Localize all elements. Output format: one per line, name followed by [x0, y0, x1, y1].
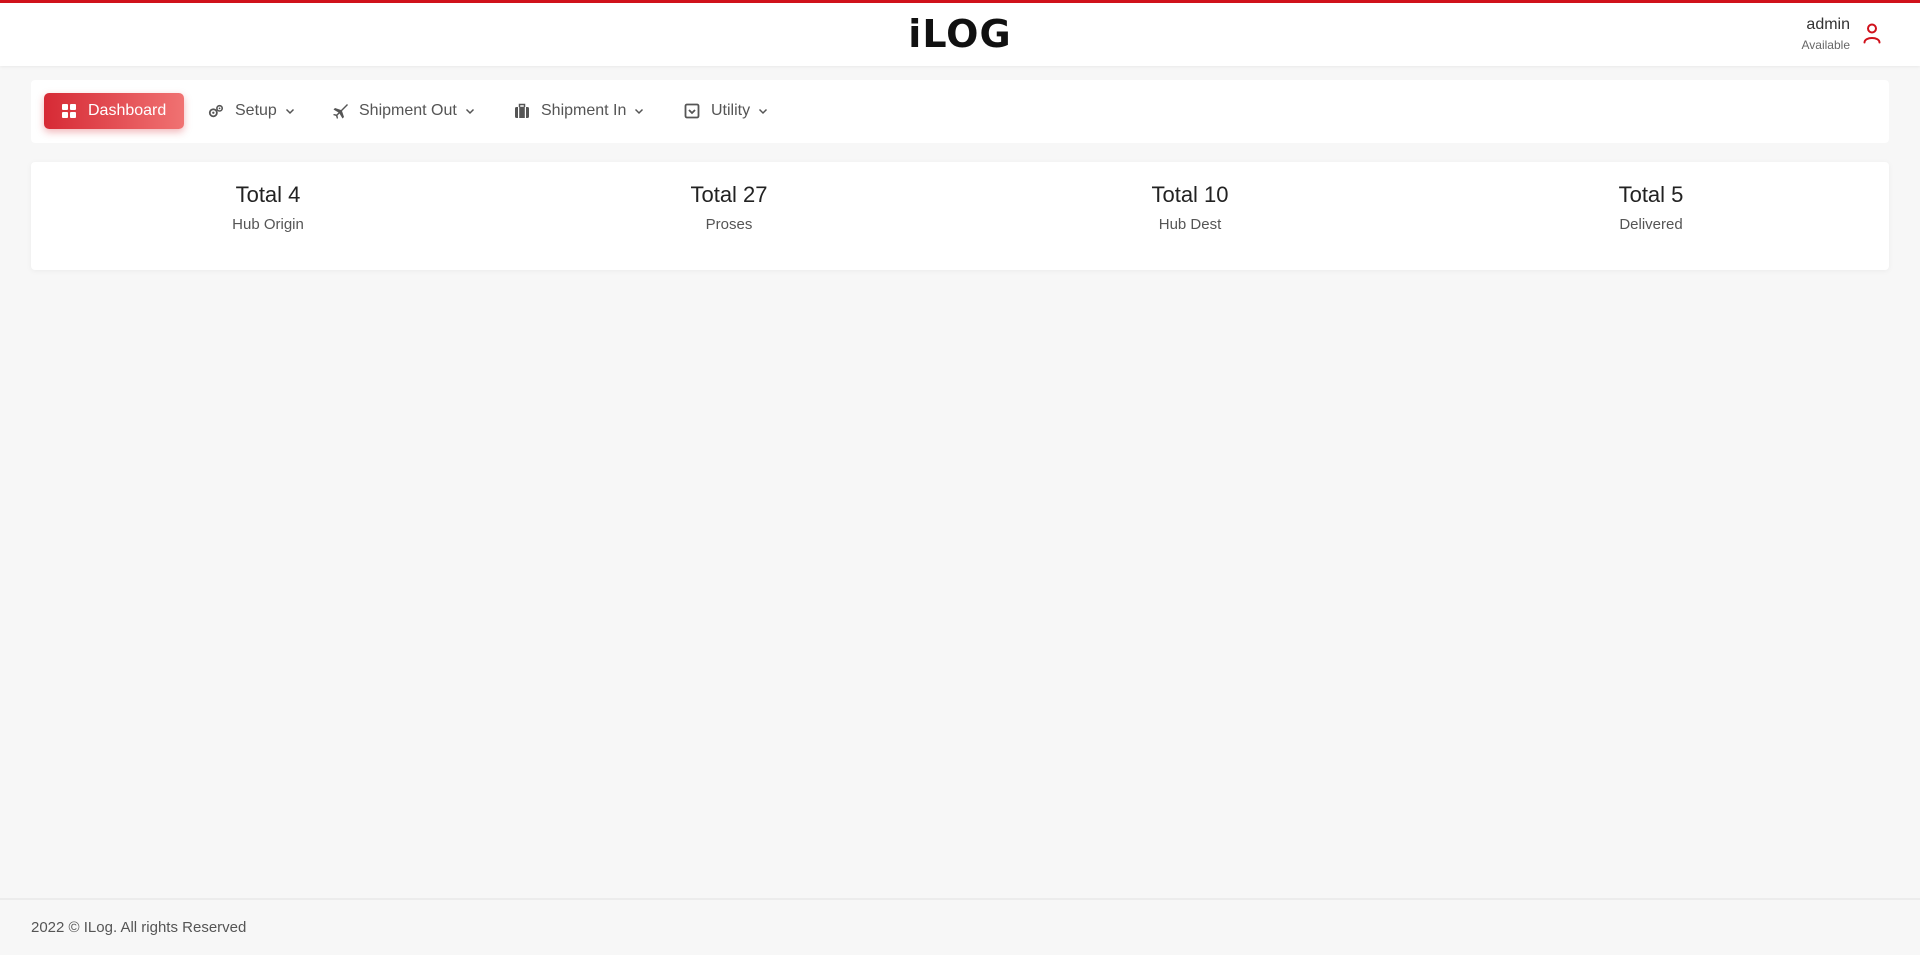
nav-utility-label: Utility	[711, 102, 751, 119]
stat-value: Total 27	[690, 182, 768, 207]
stat-label: Hub Origin	[232, 216, 304, 233]
top-header: iLOG admin Available	[0, 0, 1920, 66]
user-icon[interactable]	[1862, 22, 1882, 44]
nav-dashboard-label: Dashboard	[88, 102, 167, 119]
chevron-down-icon	[285, 106, 295, 116]
nav-utility[interactable]: Utility	[684, 93, 768, 129]
gears-icon	[208, 103, 224, 119]
suitcase-icon	[514, 103, 530, 119]
user-status: Available	[1801, 38, 1850, 52]
nav-shipment-in[interactable]: Shipment In	[514, 93, 644, 129]
stat-delivered: Total 5 Delivered	[1501, 181, 1801, 234]
nav-dashboard[interactable]: Dashboard	[44, 93, 184, 129]
stat-value: Total 10	[1151, 182, 1229, 207]
stat-value: Total 5	[1618, 182, 1684, 207]
stat-hub-origin: Total 4 Hub Origin	[118, 181, 418, 234]
stat-label: Delivered	[1619, 216, 1683, 233]
stat-label: Proses	[705, 216, 753, 233]
stat-proses: Total 27 Proses	[579, 181, 879, 234]
main-navbar: Dashboard Setup Shipment Out Shipment In…	[31, 80, 1889, 143]
app-logo[interactable]: iLOG	[0, 12, 1920, 56]
stat-label: Hub Dest	[1158, 216, 1222, 233]
chevron-down-icon	[634, 106, 644, 116]
nav-setup-label: Setup	[235, 102, 277, 119]
nav-shipment-out[interactable]: Shipment Out	[332, 93, 475, 129]
nav-shipment-in-label: Shipment In	[541, 102, 627, 119]
inbox-check-icon	[684, 103, 700, 119]
nav-setup[interactable]: Setup	[208, 93, 295, 129]
user-info[interactable]: admin Available	[1802, 15, 1850, 53]
chevron-down-icon	[465, 106, 475, 116]
stat-hub-dest: Total 10 Hub Dest	[1040, 181, 1340, 234]
plane-icon	[332, 103, 348, 119]
stat-value: Total 4	[235, 182, 301, 207]
footer-copyright: 2022 © ILog. All rights Reserved	[31, 919, 247, 936]
dashboard-grid-icon	[61, 103, 77, 119]
nav-shipment-out-label: Shipment Out	[359, 102, 457, 119]
page-footer: 2022 © ILog. All rights Reserved	[0, 898, 1920, 955]
stats-card: Total 4 Hub Origin Total 27 Proses Total…	[31, 162, 1889, 270]
chevron-down-icon	[758, 106, 768, 116]
user-name: admin	[1806, 16, 1850, 33]
